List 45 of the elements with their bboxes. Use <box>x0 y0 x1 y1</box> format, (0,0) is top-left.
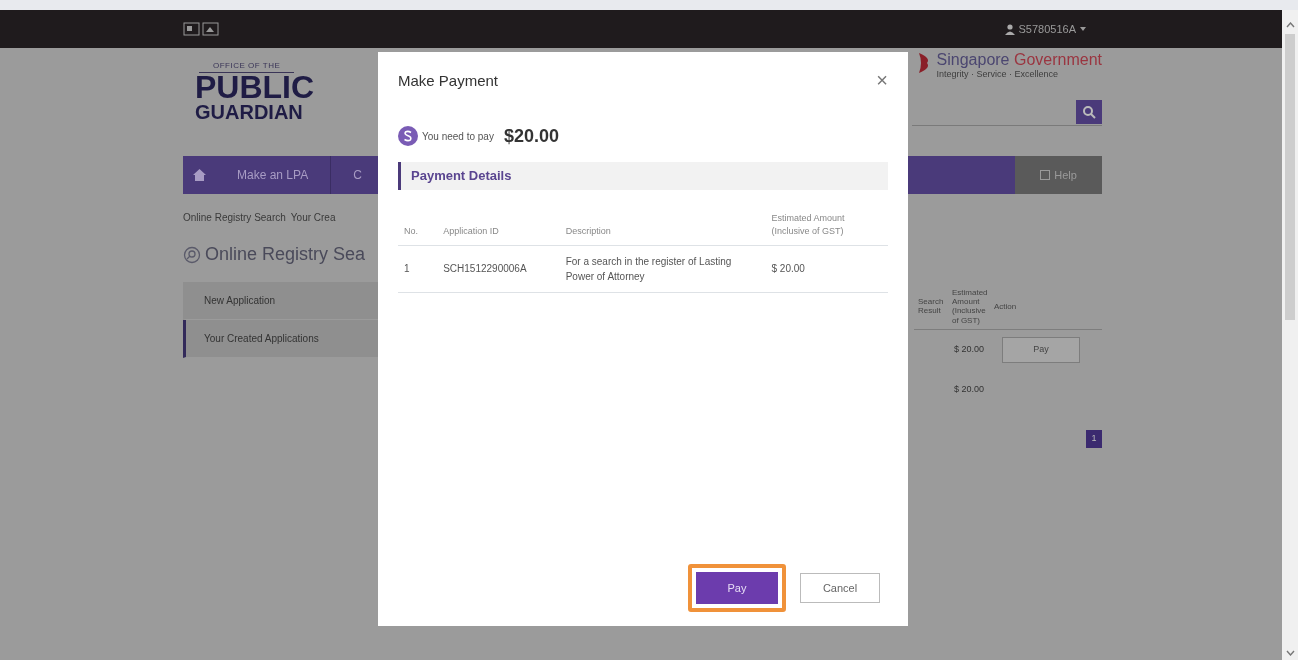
government-name: Singapore Government <box>936 52 1102 68</box>
side-menu-item[interactable]: Your Created Applications <box>183 320 378 358</box>
government-tagline: Integrity · Service · Excellence <box>936 68 1060 81</box>
search-button[interactable] <box>1076 99 1102 124</box>
table-cell: SCH1512290006A <box>437 245 560 292</box>
scroll-down-icon[interactable] <box>1285 650 1295 656</box>
column-header: Action <box>994 301 1018 311</box>
column-header: No. <box>398 189 438 245</box>
window-icon[interactable] <box>202 22 219 36</box>
breadcrumb-link[interactable]: Online Registry Search <box>183 210 286 225</box>
help-button[interactable]: Help <box>1015 156 1102 194</box>
column-header: Estimated Amount (Inclusive of GST) <box>765 189 888 245</box>
close-button[interactable]: × <box>876 70 888 90</box>
table-cell: $ 20.00 <box>765 245 888 292</box>
dollar-icon <box>398 126 418 146</box>
column-header: Estimated Amount (Inclusive of GST) <box>952 288 989 325</box>
side-menu-item[interactable]: New Application <box>183 282 378 320</box>
column-header: Application ID <box>437 189 560 245</box>
office-logo[interactable]: OFFICE OF THE PUBLIC GUARDIAN <box>183 52 313 148</box>
scrollbar[interactable] <box>1282 10 1298 660</box>
total-amount: $ 20.00 <box>954 383 985 396</box>
scroll-up-icon[interactable] <box>1285 22 1295 28</box>
dialog-title: Make Payment <box>398 71 499 91</box>
table-cell: For a search in the register of Lasting Power of Attorney <box>559 245 766 292</box>
section-heading: Payment Details <box>411 166 512 185</box>
table-cell: 1 <box>398 245 438 292</box>
breadcrumb-link[interactable]: Your Crea <box>290 210 336 225</box>
window-icon[interactable] <box>183 22 200 36</box>
amount-due: $20.00 <box>503 124 559 148</box>
amount-cell-text: $ 20.00 <box>954 343 985 356</box>
nav-link[interactable]: Make an LPA <box>215 156 332 194</box>
caret-icon[interactable] <box>1080 27 1086 31</box>
column-header: Description <box>559 189 766 245</box>
user-icon <box>1004 23 1015 35</box>
search-field[interactable] <box>912 99 1102 126</box>
home-icon[interactable] <box>192 169 206 181</box>
column-header: Search Result <box>918 297 945 316</box>
user-name[interactable]: S5780516A <box>1018 20 1076 38</box>
pay-button[interactable]: Pay <box>696 572 778 604</box>
page-button[interactable]: 1 <box>1086 429 1102 448</box>
search-icon <box>1082 104 1096 119</box>
amount-prompt: You need to pay <box>422 129 494 144</box>
page-title: Online Registry Sea <box>205 243 366 266</box>
pay-button[interactable]: Pay <box>1002 336 1081 363</box>
cancel-button[interactable]: Cancel <box>800 573 880 603</box>
